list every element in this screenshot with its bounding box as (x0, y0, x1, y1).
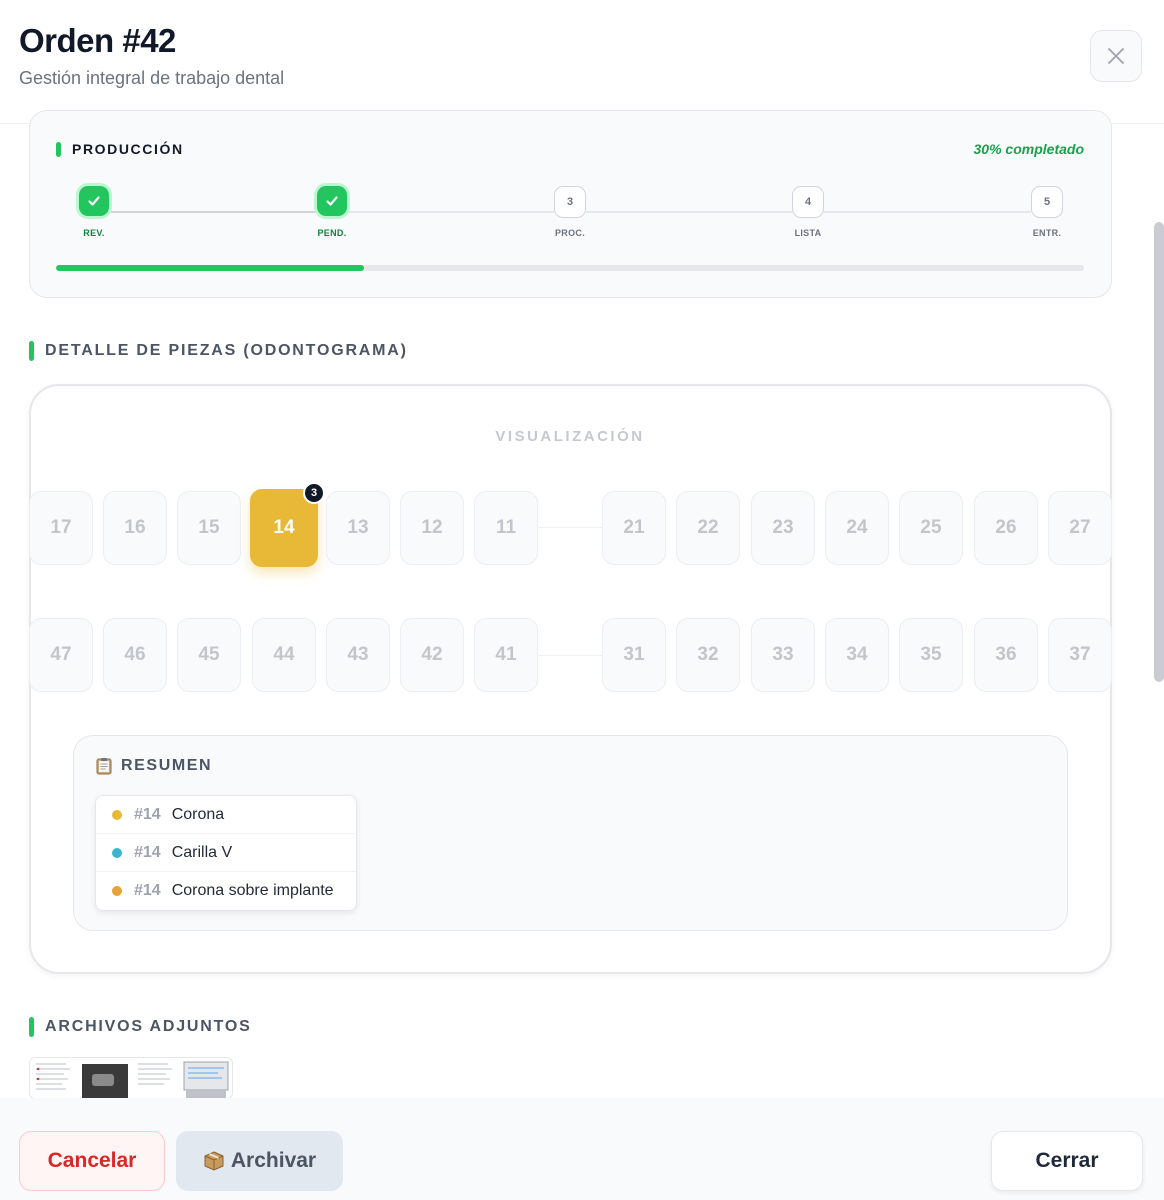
check-icon (88, 196, 100, 206)
tooth-43[interactable]: 43 (326, 618, 390, 692)
tooth-45[interactable]: 45 (177, 618, 241, 692)
page-title: Orden #42 (19, 22, 176, 59)
midline-lower (538, 655, 602, 656)
step-label: ENTR. (1032, 228, 1062, 238)
tooth-count-badge: 3 (303, 482, 325, 504)
step-lista: 4 (792, 186, 824, 218)
midline-upper (538, 527, 602, 528)
summary-item-tooth: #14 (134, 843, 161, 861)
summary-item-label: Carilla V (171, 843, 233, 861)
attachment-thumbnail[interactable] (32, 1060, 128, 1098)
tooth-16[interactable]: 16 (103, 491, 167, 565)
status-dot (112, 809, 122, 820)
document-preview-icon (32, 1060, 128, 1098)
close-icon (1108, 48, 1124, 64)
tooth-34[interactable]: 34 (825, 618, 889, 692)
summary-item-label: Corona sobre implante (171, 882, 334, 899)
step-pend (317, 186, 347, 216)
cancel-button[interactable]: Cancelar (19, 1131, 165, 1191)
page-subtitle: Gestión integral de trabajo dental (19, 68, 285, 88)
tooth-21[interactable]: 21 (602, 491, 666, 565)
summary-item: #14 Corona sobre implante (96, 872, 356, 910)
summary-title-text: RESUMEN (121, 757, 213, 774)
modal-footer (0, 1098, 1164, 1200)
check-icon (326, 196, 338, 206)
clipboard-icon (96, 758, 112, 775)
status-dot (112, 847, 122, 858)
summary-item: #14 Corona (96, 796, 356, 834)
step-connector (110, 211, 316, 213)
tooth-32[interactable]: 32 (676, 618, 740, 692)
tooth-24[interactable]: 24 (825, 491, 889, 565)
visualization-label: VISUALIZACIÓN (495, 428, 645, 445)
summary-item-tooth: #14 (134, 882, 161, 899)
tooth-11[interactable]: 11 (474, 491, 538, 565)
summary-list: #14 Corona #14 Carilla V #14 Corona sobre imp… (95, 795, 357, 911)
tooth-44[interactable]: 44 (252, 618, 316, 692)
summary-item-tooth: #14 (134, 805, 161, 823)
attachments-section-title: ARCHIVOS ADJUNTOS (45, 1018, 252, 1035)
document-preview-icon (134, 1060, 230, 1098)
close-footer-button[interactable]: Cerrar (991, 1131, 1143, 1191)
tooth-14[interactable]: 14 3 (250, 482, 325, 567)
production-accent (56, 142, 61, 157)
step-label: PROC. (554, 228, 586, 238)
tooth-23[interactable]: 23 (751, 491, 815, 565)
step-label: REV. (83, 228, 105, 238)
tooth-25[interactable]: 25 (899, 491, 963, 565)
status-dot (112, 886, 122, 896)
tooth-15[interactable]: 15 (177, 491, 241, 565)
tooth-42[interactable]: 42 (400, 618, 464, 692)
step-connector (348, 211, 554, 213)
tooth-41[interactable]: 41 (474, 618, 538, 692)
tooth-36[interactable]: 36 (974, 618, 1038, 692)
step-entr: 5 (1031, 186, 1063, 218)
odontogram-accent (29, 341, 34, 361)
production-title: PRODUCCIÓN (72, 141, 184, 157)
tooth-22[interactable]: 22 (676, 491, 740, 565)
summary-item: #14 Carilla V (96, 834, 356, 872)
step-proc: 3 (554, 186, 586, 218)
package-icon (204, 1151, 224, 1171)
tooth-12[interactable]: 12 (400, 491, 464, 565)
tooth-47[interactable]: 47 (29, 618, 93, 692)
production-progress-bar (56, 265, 1084, 271)
tooth-26[interactable]: 26 (974, 491, 1038, 565)
modal-header: Orden #42 Gestión integral de trabajo de… (0, 0, 1164, 124)
tooth-17[interactable]: 17 (29, 491, 93, 565)
step-label: LISTA (794, 228, 822, 238)
attachment-thumbnail[interactable] (134, 1060, 230, 1098)
tooth-27[interactable]: 27 (1048, 491, 1112, 565)
tooth-13[interactable]: 13 (326, 491, 390, 565)
step-connector (824, 211, 1031, 213)
tooth-31[interactable]: 31 (602, 618, 666, 692)
production-progress-fill (56, 265, 365, 271)
step-label: PEND. (317, 228, 347, 238)
tooth-46[interactable]: 46 (103, 618, 167, 692)
close-button[interactable] (1090, 30, 1142, 82)
step-rev (79, 186, 109, 216)
archive-button-label: Archivar (230, 1149, 317, 1172)
production-percent: 30% completado (973, 141, 1084, 157)
attachments-accent (29, 1017, 34, 1037)
archive-button[interactable]: Archivar (176, 1131, 343, 1191)
tooth-37[interactable]: 37 (1048, 618, 1112, 692)
summary-title: RESUMEN (95, 757, 212, 775)
attachments-thumbnails[interactable] (29, 1057, 233, 1099)
summary-item-label: Corona (171, 805, 225, 823)
tooth-35[interactable]: 35 (899, 618, 963, 692)
odontogram-section-title: DETALLE DE PIEZAS (ODONTOGRAMA) (45, 342, 408, 359)
tooth-33[interactable]: 33 (751, 618, 815, 692)
step-connector (586, 211, 792, 213)
scrollbar[interactable] (1154, 222, 1164, 682)
